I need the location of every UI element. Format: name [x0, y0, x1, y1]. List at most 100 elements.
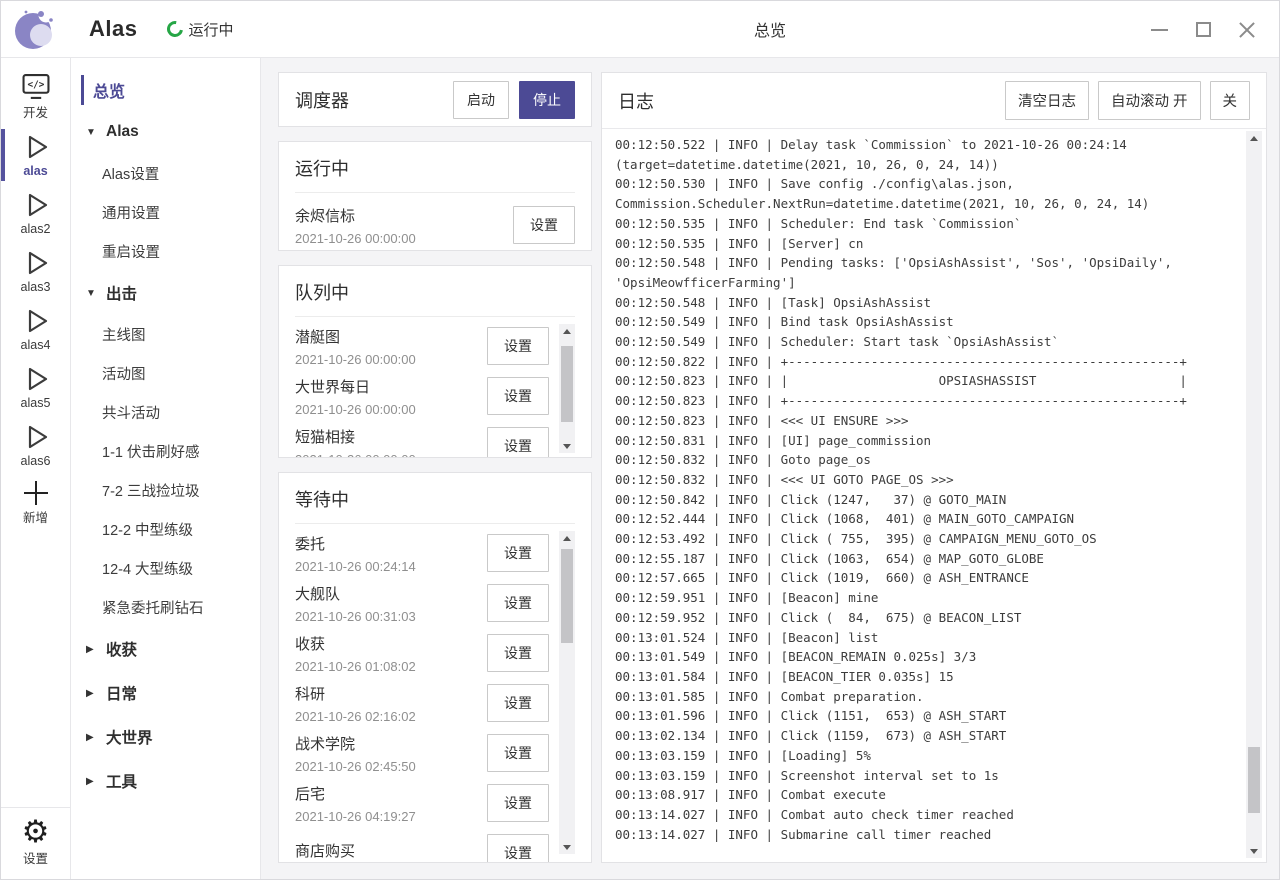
nav-item[interactable]: ▶ 日常: [71, 671, 260, 715]
nav-item-label: 大世界: [106, 726, 153, 748]
task-time: 2021-10-26 00:31:03: [295, 609, 416, 624]
rail-item-instance[interactable]: alas3: [1, 242, 71, 300]
nav-item-label: 共斗活动: [102, 402, 160, 423]
task-settings-button[interactable]: 设置: [487, 834, 549, 863]
scrollbar-thumb[interactable]: [561, 346, 573, 422]
rail-item-label: 设置: [23, 848, 48, 867]
task-name: 余烬信标: [295, 205, 416, 226]
play-icon: [21, 248, 51, 278]
log-scrollbar[interactable]: [1246, 131, 1262, 858]
log-line: 00:12:53.492 | INFO | Click ( 755, 395) …: [615, 529, 1246, 549]
nav-item-label: 日常: [106, 682, 137, 704]
log-line: 00:12:50.823 | INFO | +-----------------…: [615, 391, 1246, 411]
task-row: 委托 2021-10-26 00:24:14 设置: [295, 528, 575, 578]
nav-item[interactable]: 紧急委托刷钻石: [71, 588, 260, 627]
nav-item[interactable]: ▶ 大世界: [71, 715, 260, 759]
waiting-title: 等待中: [295, 490, 349, 510]
nav-item[interactable]: 1-1 伏击刷好感: [71, 432, 260, 471]
log-line: 00:12:50.530 | INFO | Save config ./conf…: [615, 174, 1246, 213]
rail-item-instance[interactable]: alas: [1, 126, 71, 184]
nav-item[interactable]: Alas设置: [71, 154, 260, 193]
task-settings-button[interactable]: 设置: [487, 327, 549, 365]
nav-item[interactable]: 共斗活动: [71, 393, 260, 432]
nav-item[interactable]: 活动图: [71, 354, 260, 393]
rail-item-instance[interactable]: alas4: [1, 300, 71, 358]
rail-item-instance[interactable]: alas5: [1, 358, 71, 416]
task-settings-button[interactable]: 设置: [487, 784, 549, 822]
nav-item[interactable]: 主线图: [71, 315, 260, 354]
rail-item-label: alas6: [21, 454, 51, 468]
task-settings-button[interactable]: 设置: [513, 206, 575, 244]
task-settings-button[interactable]: 设置: [487, 534, 549, 572]
log-line: 00:12:50.831 | INFO | [UI] page_commissi…: [615, 431, 1246, 451]
rail-item-label: alas3: [21, 280, 51, 294]
maximize-button[interactable]: [1181, 10, 1225, 50]
rail-item-dev[interactable]: </> 开发: [1, 68, 71, 126]
scroll-down-arrow-icon[interactable]: [559, 840, 575, 854]
scroll-up-arrow-icon[interactable]: [1246, 131, 1262, 145]
scroll-down-arrow-icon[interactable]: [1246, 844, 1262, 858]
minimize-button[interactable]: [1137, 10, 1181, 50]
nav-item[interactable]: 重启设置: [71, 232, 260, 271]
task-name: 收获: [295, 633, 416, 654]
log-line: 00:12:55.187 | INFO | Click (1063, 654) …: [615, 549, 1246, 569]
log-line: 00:12:50.548 | INFO | Pending tasks: ['O…: [615, 253, 1246, 292]
task-settings-button[interactable]: 设置: [487, 377, 549, 415]
nav-item[interactable]: ▶ 工具: [71, 759, 260, 803]
window-controls: [1137, 1, 1269, 58]
task-settings-button[interactable]: 设置: [487, 427, 549, 458]
nav-item[interactable]: 12-4 大型练级: [71, 549, 260, 588]
task-row: 收获 2021-10-26 01:08:02 设置: [295, 628, 575, 678]
task-row: 潜艇图 2021-10-26 00:00:00 设置: [295, 321, 575, 371]
scrollbar-thumb[interactable]: [561, 549, 573, 643]
running-spinner-icon: [164, 18, 186, 40]
log-line: 00:13:08.917 | INFO | Combat execute: [615, 785, 1246, 805]
task-row: 战术学院 2021-10-26 02:45:50 设置: [295, 728, 575, 778]
task-settings-button[interactable]: 设置: [487, 584, 549, 622]
task-row: 余烬信标 2021-10-26 00:00:00 设置: [295, 197, 575, 253]
queued-scrollbar[interactable]: [559, 324, 575, 453]
log-output[interactable]: 00:12:50.522 | INFO | Delay task `Commis…: [602, 130, 1248, 861]
running-panel: 运行中 余烬信标 2021-10-26 00:00:00 设置: [278, 141, 592, 251]
nav-item[interactable]: ▼ 出击: [71, 271, 260, 315]
log-actions: 清空日志 自动滚动 开 关: [1005, 81, 1250, 120]
task-settings-button[interactable]: 设置: [487, 634, 549, 672]
task-settings-button[interactable]: 设置: [487, 684, 549, 722]
nav-item[interactable]: 通用设置: [71, 193, 260, 232]
nav-item-label: Alas设置: [102, 163, 159, 184]
log-line: 00:12:50.549 | INFO | Bind task OpsiAshA…: [615, 312, 1246, 332]
nav-item[interactable]: 总览: [71, 70, 260, 110]
scheduler-panel: 调度器 启动 停止: [278, 72, 592, 127]
nav-item[interactable]: 12-2 中型练级: [71, 510, 260, 549]
minimize-icon: [1151, 29, 1168, 31]
rail-item-instance[interactable]: alas6: [1, 416, 71, 474]
nav-item[interactable]: ▼ Alas: [71, 110, 260, 154]
scroll-up-arrow-icon[interactable]: [559, 531, 575, 545]
task-row: 大舰队 2021-10-26 00:31:03 设置: [295, 578, 575, 628]
menu-sidebar: 总览 ▼ Alas Alas设置 通用设置 重启设置 ▼: [71, 58, 261, 879]
task-name: 战术学院: [295, 733, 416, 754]
task-settings-button[interactable]: 设置: [487, 734, 549, 772]
rail-item-settings[interactable]: ⚙ 设置: [1, 807, 71, 879]
stop-button[interactable]: 停止: [519, 81, 575, 119]
scrollbar-thumb[interactable]: [1248, 747, 1260, 813]
scroll-up-arrow-icon[interactable]: [559, 324, 575, 338]
close-button[interactable]: [1225, 10, 1269, 50]
nav-item[interactable]: ▶ 收获: [71, 627, 260, 671]
log-line: 00:12:50.823 | INFO | | OPSIASHASSIST |: [615, 371, 1246, 391]
clear-log-button[interactable]: 清空日志: [1005, 81, 1089, 120]
log-line: 00:12:50.535 | INFO | Scheduler: End tas…: [615, 214, 1246, 234]
chevron-icon: ▶: [86, 776, 106, 787]
nav-item[interactable]: 7-2 三战捡垃圾: [71, 471, 260, 510]
start-button[interactable]: 启动: [453, 81, 509, 119]
waiting-scrollbar[interactable]: [559, 531, 575, 854]
nav-item-label: 工具: [106, 770, 137, 792]
rail-item-instance[interactable]: alas2: [1, 184, 71, 242]
autoscroll-toggle-button[interactable]: 自动滚动 开: [1098, 81, 1201, 120]
rail-item-add[interactable]: 新增: [1, 474, 71, 532]
scroll-down-arrow-icon[interactable]: [559, 439, 575, 453]
svg-text:</>: </>: [27, 80, 44, 91]
task-name: 商店购买: [295, 840, 355, 861]
log-off-button[interactable]: 关: [1210, 81, 1251, 120]
scheduler-title: 调度器: [295, 87, 349, 113]
